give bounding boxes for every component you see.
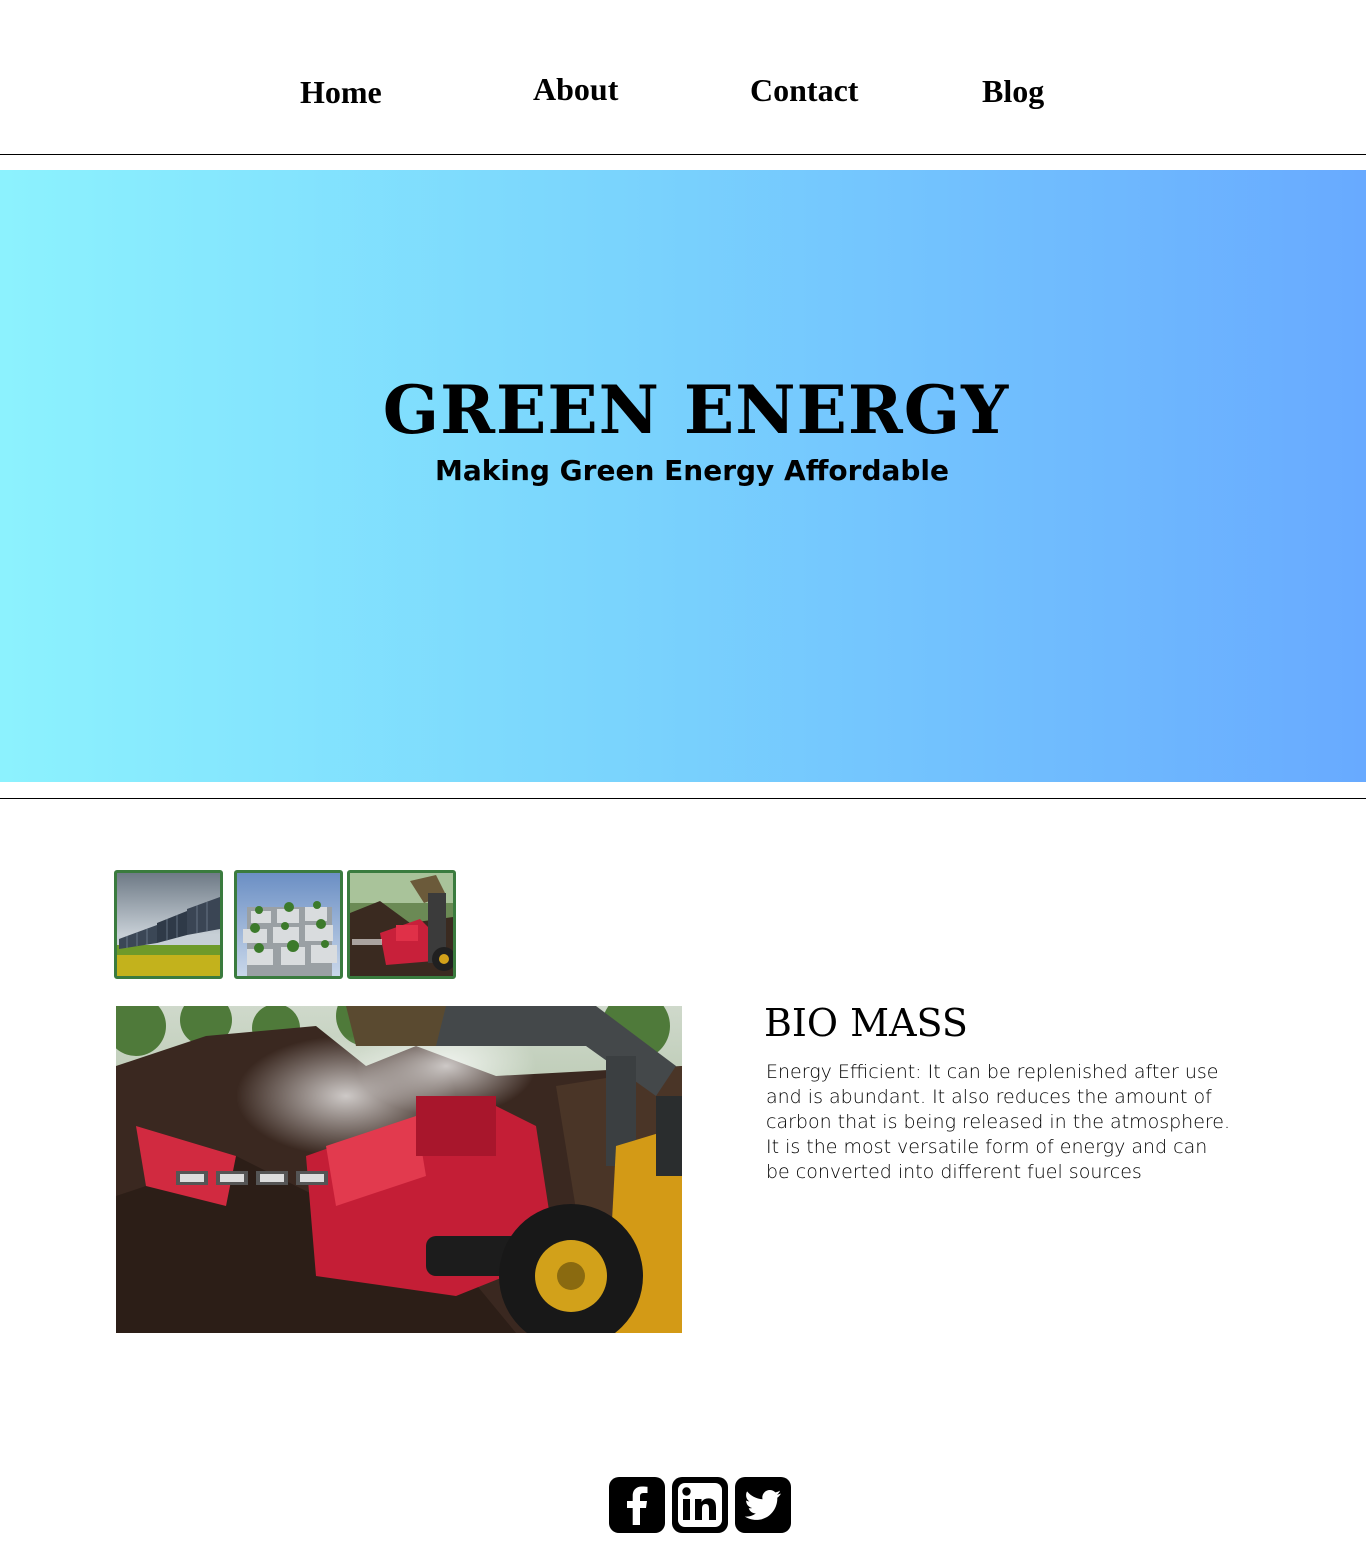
thumbnail-biomass[interactable] (347, 870, 456, 979)
main-image (116, 1006, 682, 1333)
section-body: Energy Efficient: It can be replenished … (766, 1061, 1231, 1183)
top-nav: Home About Contact Blog (0, 0, 1366, 154)
nav-about-link[interactable]: About (533, 71, 618, 108)
biomass-machine-image (350, 873, 453, 976)
solar-panels-image (117, 873, 220, 976)
green-building-image (237, 873, 340, 976)
thumbnail-solar[interactable] (114, 870, 223, 979)
nav-home-link[interactable]: Home (300, 74, 382, 111)
nav-blog-link[interactable]: Blog (982, 73, 1044, 110)
thumbnail-building[interactable] (234, 870, 343, 979)
section-title: BIO MASS (764, 1001, 968, 1045)
nav-contact-link[interactable]: Contact (750, 72, 858, 109)
twitter-icon[interactable] (735, 1477, 791, 1533)
hero-banner: GREEN ENERGY Making Green Energy Afforda… (0, 170, 1366, 782)
linkedin-icon[interactable] (672, 1477, 728, 1533)
facebook-icon[interactable] (609, 1477, 665, 1533)
hero-title: GREEN ENERGY (382, 371, 1010, 449)
biomass-machine-image (116, 1006, 682, 1333)
divider-bottom (0, 798, 1366, 799)
divider-top (0, 154, 1366, 155)
hero-subtitle: Making Green Energy Affordable (434, 454, 950, 487)
page: Home About Contact Blog GREEN ENERGY Mak… (0, 0, 1366, 1564)
